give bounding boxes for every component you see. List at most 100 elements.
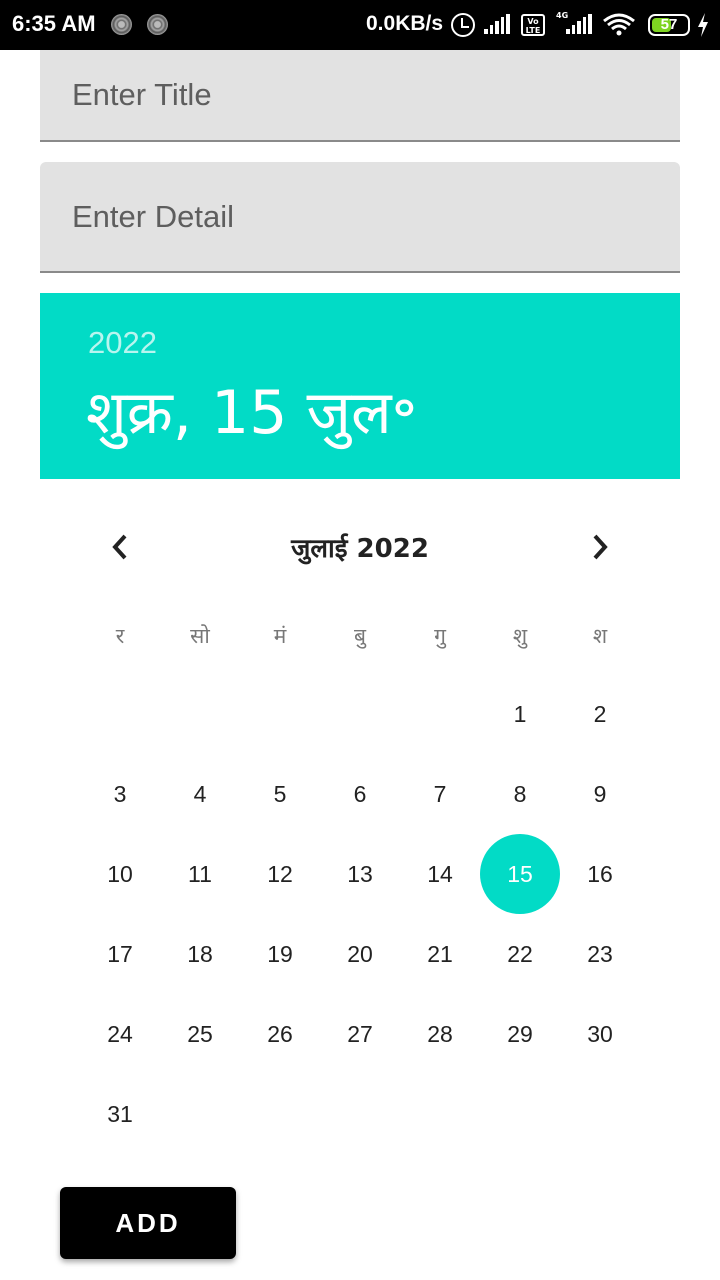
weekday-header-row: र सो मं बु गु शु श: [80, 622, 640, 650]
header-year[interactable]: 2022: [88, 325, 157, 361]
weekday-label: मं: [273, 624, 287, 648]
calendar-day-number: 2: [593, 700, 607, 727]
signal-icon: [484, 14, 510, 34]
calendar-day-number: 20: [347, 940, 373, 967]
weekday-label: र: [115, 624, 125, 648]
calendar-day-number: 15: [480, 834, 560, 914]
calendar-day-number: 27: [347, 1020, 373, 1047]
calendar-day-number: 17: [107, 940, 133, 967]
calendar-day-number: 25: [187, 1020, 213, 1047]
add-button[interactable]: ADD: [60, 1187, 236, 1259]
calendar-day-number: 3: [113, 780, 127, 807]
detail-input[interactable]: [40, 162, 680, 271]
calendar-day-number: 16: [587, 860, 613, 887]
calendar-day-number: 11: [188, 860, 212, 887]
previous-month-button[interactable]: [100, 527, 140, 567]
chevron-left-icon: [112, 534, 127, 560]
next-month-button[interactable]: [580, 527, 620, 567]
calendar-day-number: 9: [593, 780, 607, 807]
calendar-day[interactable]: 17: [80, 914, 160, 994]
calendar-day[interactable]: 25: [160, 994, 240, 1074]
calendar-day[interactable]: 7: [400, 754, 480, 834]
calendar-day-number: 18: [187, 940, 213, 967]
calendar-day[interactable]: 8: [480, 754, 560, 834]
calendar-day[interactable]: 23: [560, 914, 640, 994]
calendar-day-number: 19: [267, 940, 293, 967]
calendar-day-selected[interactable]: 15: [480, 834, 560, 914]
calendar-day-number: 7: [433, 780, 447, 807]
calendar-day[interactable]: 30: [560, 994, 640, 1074]
notification-icon: [111, 14, 132, 35]
weekday-label: बु: [354, 624, 366, 648]
calendar-day[interactable]: 27: [320, 994, 400, 1074]
status-bar: 6:35 AM 0.0KB/s Vo LTE 4G 57: [0, 0, 720, 50]
wifi-icon: [603, 13, 635, 36]
calendar-day[interactable]: 2: [560, 674, 640, 754]
calendar-day[interactable]: 4: [160, 754, 240, 834]
calendar-day-number: 8: [513, 780, 527, 807]
status-time: 6:35 AM: [12, 11, 96, 36]
calendar-day-number: 5: [273, 780, 287, 807]
calendar-day-number: 23: [587, 940, 613, 967]
calendar-day-number: 10: [107, 860, 133, 887]
calendar-day-number: 14: [427, 860, 453, 887]
calendar-day[interactable]: 9: [560, 754, 640, 834]
calendar-day[interactable]: 19: [240, 914, 320, 994]
volte-icon: Vo LTE: [521, 14, 545, 36]
calendar-day[interactable]: 3: [80, 754, 160, 834]
title-input[interactable]: [40, 50, 680, 140]
calendar-day[interactable]: 20: [320, 914, 400, 994]
calendar-empty-cell: [240, 674, 320, 754]
calendar-empty-cell: [400, 674, 480, 754]
calendar-day[interactable]: 6: [320, 754, 400, 834]
header-selected-date[interactable]: शुक्र, 15 जुल॰: [86, 369, 417, 451]
weekday-label: सो: [190, 624, 210, 648]
month-year-label: जुलाई 2022: [291, 534, 429, 564]
charging-icon: [698, 13, 708, 37]
calendar-day[interactable]: 13: [320, 834, 400, 914]
signal-icon-2: [566, 14, 592, 34]
calendar-day-number: 24: [107, 1020, 133, 1047]
calendar-day[interactable]: 24: [80, 994, 160, 1074]
calendar-day[interactable]: 1: [480, 674, 560, 754]
calendar-day-number: 13: [347, 860, 373, 887]
calendar-day[interactable]: 26: [240, 994, 320, 1074]
network-speed: 0.0KB/s: [366, 12, 444, 35]
notification-icon: [147, 14, 168, 35]
alarm-icon: [451, 13, 475, 37]
calendar-empty-cell: [80, 674, 160, 754]
calendar-day[interactable]: 11: [160, 834, 240, 914]
calendar-day-number: 12: [267, 860, 293, 887]
weekday-label: गु: [434, 624, 446, 648]
calendar-day[interactable]: 16: [560, 834, 640, 914]
weekday-label: शु: [512, 624, 528, 648]
calendar-day[interactable]: 14: [400, 834, 480, 914]
calendar-day[interactable]: 28: [400, 994, 480, 1074]
title-field: [40, 50, 680, 142]
calendar-day[interactable]: 29: [480, 994, 560, 1074]
calendar-day-number: 30: [587, 1020, 613, 1047]
calendar-day[interactable]: 21: [400, 914, 480, 994]
calendar-empty-cell: [320, 674, 400, 754]
detail-field: [40, 162, 680, 273]
battery-icon: 57: [648, 14, 690, 36]
calendar-day-number: 28: [427, 1020, 453, 1047]
calendar-day-grid: 1 2 3 4 5 6 7 8 9 10 11 12 13 14 15 16 17 18 19 20 21 22 23 24 2…: [80, 674, 640, 1154]
calendar-day-number: 4: [193, 780, 207, 807]
calendar-day[interactable]: 31: [80, 1074, 160, 1154]
calendar-day[interactable]: 18: [160, 914, 240, 994]
calendar-day[interactable]: 10: [80, 834, 160, 914]
date-picker-header: 2022 शुक्र, 15 जुल॰: [40, 293, 680, 479]
calendar-day-number: 21: [427, 940, 453, 967]
battery-level: 57: [660, 16, 678, 33]
calendar-day-number: 29: [507, 1020, 533, 1047]
calendar-day-number: 31: [107, 1100, 133, 1127]
calendar-day-number: 1: [513, 700, 527, 727]
calendar-day[interactable]: 5: [240, 754, 320, 834]
calendar-day-number: 22: [507, 940, 533, 967]
calendar-day[interactable]: 12: [240, 834, 320, 914]
calendar-day[interactable]: 22: [480, 914, 560, 994]
calendar-day-number: 26: [267, 1020, 293, 1047]
calendar-empty-cell: [160, 674, 240, 754]
calendar-day-number: 6: [353, 780, 367, 807]
